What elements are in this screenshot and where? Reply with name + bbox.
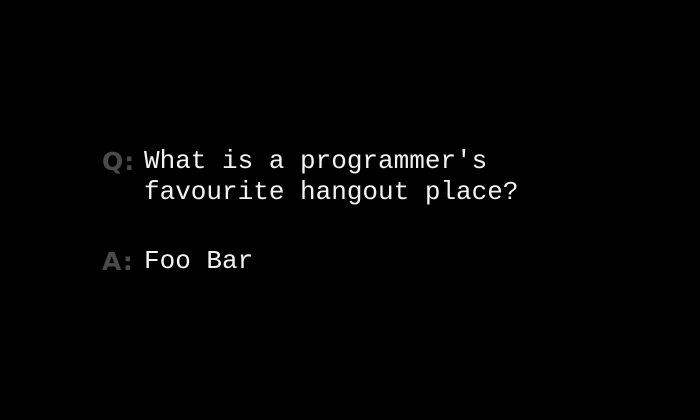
question-text: What is a programmer's favourite hangout … [144,146,518,208]
question-label: Q: [102,147,136,176]
answer-text: Foo Bar [144,246,254,276]
question-line: favourite hangout place? [144,177,519,207]
question-block: Q: What is a programmer's favourite hango… [102,146,518,208]
answer-block: A: Foo Bar [102,246,253,278]
answer-label: A: [102,247,134,276]
question-line: What is a programmer's [144,146,488,176]
